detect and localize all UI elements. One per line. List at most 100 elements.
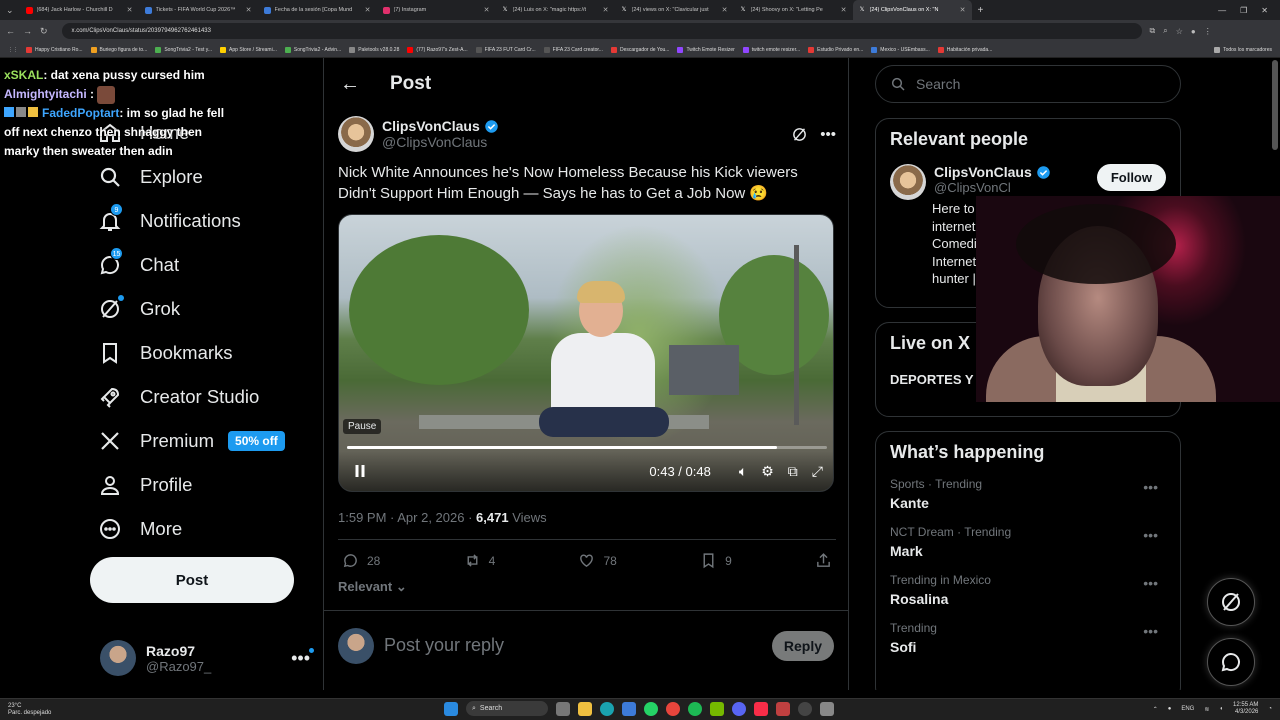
nav-item-profile[interactable]: Profile	[98, 465, 192, 505]
tweet-timestamp[interactable]: 1:59 PM · Apr 2, 2026 ·	[338, 510, 476, 525]
bookmark-item[interactable]: Habitación privada...	[937, 46, 992, 53]
bookmark-item[interactable]: Happy Cristiano Ro...	[26, 46, 83, 53]
app-icon[interactable]	[776, 701, 790, 716]
tab-close-icon[interactable]: ✕	[960, 6, 966, 14]
bookmark-item[interactable]: Buriego figura de to...	[90, 46, 147, 53]
nav-item-notifications[interactable]: 9 Notifications	[98, 201, 241, 241]
search-input[interactable]: Search	[875, 65, 1181, 103]
language-indicator[interactable]: ENG	[1181, 706, 1194, 712]
wifi-icon[interactable]: ≋	[1204, 706, 1209, 713]
nav-item-bookmarks[interactable]: Bookmarks	[98, 333, 233, 373]
post-button[interactable]: Post	[90, 557, 294, 603]
notification-bell-icon[interactable]: ◔	[1268, 706, 1272, 712]
reply-input[interactable]: Post your reply	[384, 635, 762, 656]
clock[interactable]: 12:55 AM 4/3/2026	[1233, 702, 1258, 716]
zoom-icon[interactable]: ⌕	[1163, 26, 1167, 36]
bookmark-item[interactable]: Twitch Emote Resizer	[677, 46, 735, 53]
taskbar-search[interactable]: ⌕ Search	[466, 701, 548, 716]
more-options-icon[interactable]: •••	[1143, 527, 1158, 543]
tab-menu-icon[interactable]: ⌄	[0, 5, 20, 16]
browser-tab[interactable]: Tickets - FIFA World Cup 2026™ ✕	[139, 0, 258, 20]
tab-close-icon[interactable]: ✕	[365, 6, 371, 14]
file-explorer-icon[interactable]	[578, 701, 592, 716]
browser-tab[interactable]: (7) Instagram ✕	[377, 0, 496, 20]
share-action[interactable]	[815, 552, 832, 569]
bookmark-item[interactable]: Descargador de You...	[610, 46, 669, 53]
url-input[interactable]: x.com/ClipsVonClaus/status/2039794962762…	[61, 23, 1142, 39]
edge-icon[interactable]	[600, 701, 614, 716]
more-options-icon[interactable]: •••	[1143, 479, 1158, 495]
tab-close-icon[interactable]: ✕	[484, 6, 490, 14]
browser-tab[interactable]: 𝕏 (24) Shoovy on X: "Letting Pe ✕	[734, 0, 853, 20]
back-arrow-icon[interactable]: ←	[6, 26, 15, 36]
trend-item[interactable]: Sports · Trending Kante •••	[890, 477, 1166, 511]
fullscreen-icon[interactable]: ⤢	[812, 463, 823, 480]
bookmark-item[interactable]: twitch emote resizer...	[742, 46, 800, 53]
pause-icon[interactable]	[351, 462, 369, 480]
grok-floating-button[interactable]	[1207, 578, 1255, 626]
browser-tab-active[interactable]: 𝕏 (24) ClipsVonClaus on X: "N ✕	[852, 0, 972, 20]
tab-close-icon[interactable]: ✕	[603, 6, 609, 14]
chevron-up-icon[interactable]: ⌃	[1153, 706, 1158, 713]
reply-sort-dropdown[interactable]: Relevant ⌄	[338, 579, 836, 595]
obs-icon[interactable]	[798, 701, 812, 716]
more-options-icon[interactable]: •••	[1143, 575, 1158, 591]
extension-icon[interactable]: ⧉	[1150, 26, 1156, 36]
spotify-icon[interactable]	[688, 701, 702, 716]
browser-tab[interactable]: Fecha de la sesión [Copa Mund ✕	[258, 0, 377, 20]
bookmark-action[interactable]: 9	[700, 552, 732, 569]
browser-tab[interactable]: 𝕏 (24) Luis on X: "magic https://t ✕	[496, 0, 615, 20]
chrome-icon[interactable]	[666, 701, 680, 716]
more-options-icon[interactable]: •••	[1143, 623, 1158, 639]
grok-icon[interactable]	[791, 126, 808, 143]
tab-close-icon[interactable]: ✕	[127, 6, 133, 14]
author-name[interactable]: ClipsVonClaus	[382, 118, 480, 134]
video-player[interactable]: Pause 0:43 / 0:48 🔈︎ ⚙︎ ⧉ ⤢	[338, 214, 834, 492]
trend-item[interactable]: NCT Dream · Trending Mark •••	[890, 525, 1166, 559]
author-handle[interactable]: @ClipsVonClaus	[382, 134, 499, 150]
minimize-icon[interactable]: —	[1218, 6, 1226, 15]
nvidia-icon[interactable]	[710, 701, 724, 716]
store-icon[interactable]	[622, 701, 636, 716]
video-app-icon[interactable]	[820, 701, 834, 716]
account-switcher[interactable]: Razo97 @Razo97_ •••	[100, 638, 314, 678]
browser-tab[interactable]: (684) Jack Harlow - Churchill D ✕	[20, 0, 139, 20]
settings-gear-icon[interactable]: ⚙︎	[761, 463, 774, 480]
bookmark-item[interactable]: FIFA 23 Card creator...	[543, 46, 603, 53]
close-window-icon[interactable]: ✕	[1261, 6, 1268, 15]
forward-arrow-icon[interactable]: →	[23, 26, 32, 36]
whatsapp-icon[interactable]	[644, 701, 658, 716]
follow-button[interactable]: Follow	[1096, 164, 1166, 191]
bookmark-item[interactable]: App Store / Streami...	[220, 46, 277, 53]
bookmark-item[interactable]: SongTrivia2 - Advin...	[284, 46, 341, 53]
tab-close-icon[interactable]: ✕	[246, 6, 252, 14]
bookmark-item[interactable]: (77) Razo97's Zest-A...	[407, 46, 468, 53]
bookmark-item[interactable]: Paletools v28.0.28	[349, 46, 399, 53]
tab-close-icon[interactable]: ✕	[841, 6, 847, 14]
volume-icon[interactable]: 🔈︎	[739, 463, 747, 480]
browser-menu-icon[interactable]: ⋮	[1204, 27, 1212, 36]
more-options-icon[interactable]: •••	[820, 126, 836, 143]
reply-button[interactable]: Reply	[771, 630, 834, 661]
all-bookmarks-folder[interactable]: Todos los marcadores	[1214, 46, 1272, 53]
profile-icon[interactable]: ●	[1191, 27, 1196, 36]
back-arrow-icon[interactable]: ←	[340, 73, 360, 96]
author-avatar[interactable]	[338, 116, 374, 152]
bookmark-item[interactable]: SongTrivia2 - Test y...	[155, 46, 212, 53]
page-scrollbar[interactable]	[1272, 60, 1278, 150]
relevant-person[interactable]: ClipsVonClaus @ClipsVonCl Follow	[890, 164, 1166, 200]
maximize-icon[interactable]: ❐	[1240, 6, 1247, 15]
reply-action[interactable]: 28	[342, 552, 380, 569]
speaker-icon[interactable]: ◖	[1219, 706, 1223, 712]
nav-item-explore[interactable]: Explore	[98, 157, 203, 197]
messages-floating-button[interactable]	[1207, 638, 1255, 686]
bookmark-item[interactable]: Mexico - USEmbass...	[871, 46, 930, 53]
ellipsis-icon[interactable]: •••	[291, 647, 314, 669]
windows-start-icon[interactable]	[444, 701, 458, 716]
reload-icon[interactable]: ↻	[40, 26, 48, 37]
microphone-icon[interactable]: ●	[1168, 706, 1172, 712]
bookmark-item[interactable]: FIFA 23 FUT Card Cr...	[475, 46, 536, 53]
nav-item-more[interactable]: More	[98, 509, 182, 549]
weather-widget[interactable]: 23°C Parc. despejado	[0, 703, 60, 717]
star-icon[interactable]: ☆	[1176, 27, 1183, 36]
